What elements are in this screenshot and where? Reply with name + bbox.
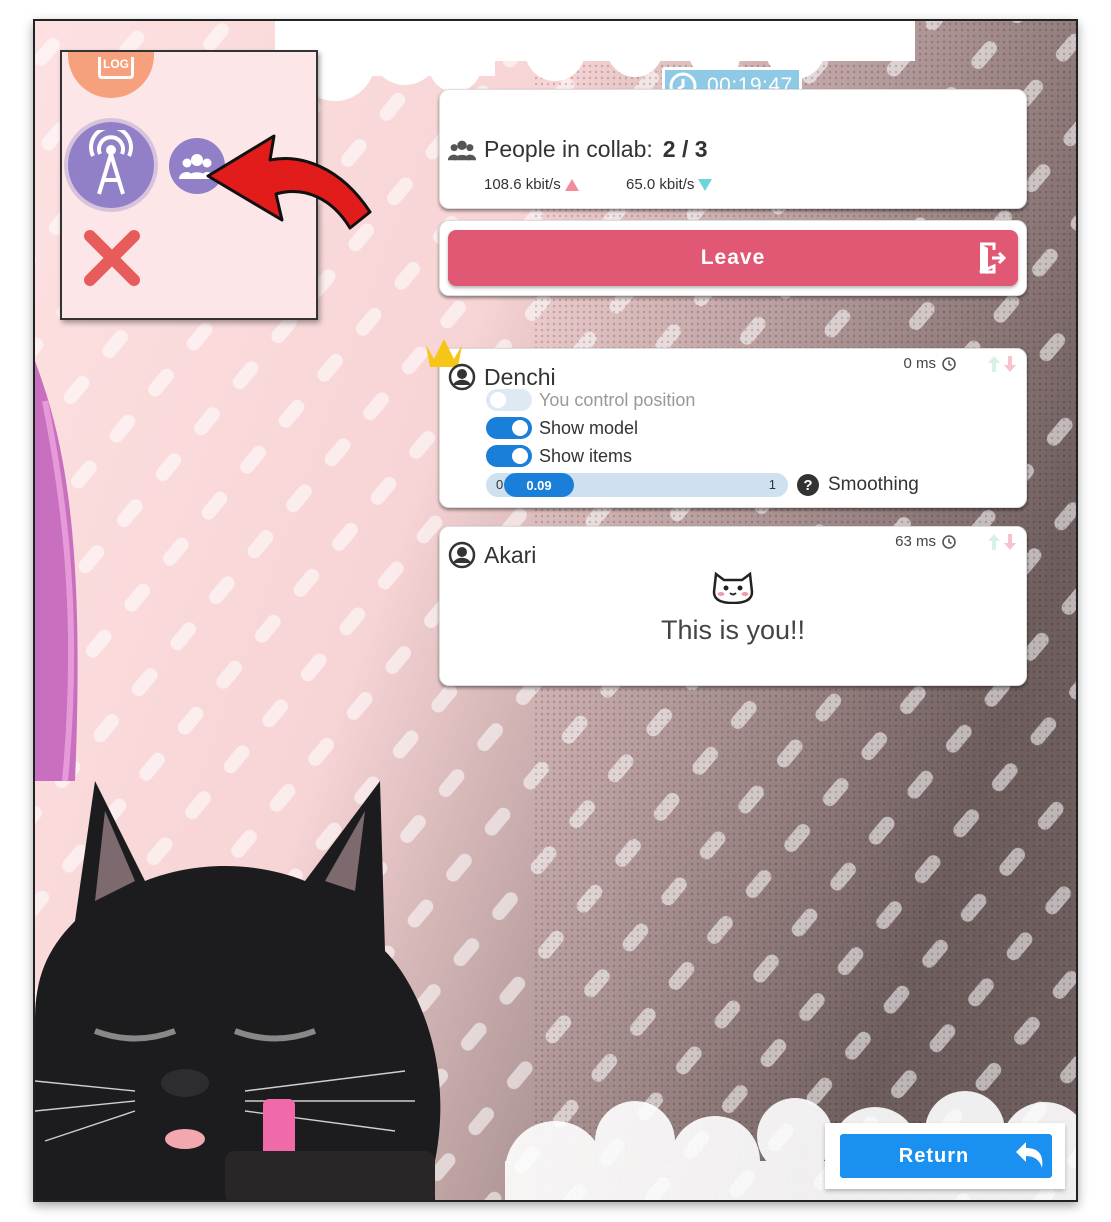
ping-display: 0 ms bbox=[903, 355, 956, 372]
slider-value: 0.09 bbox=[526, 477, 552, 493]
return-button[interactable]: Return bbox=[840, 1134, 1052, 1178]
collab-info-card: People in collab: 2 / 3 108.6 kbit/s 65.… bbox=[439, 89, 1027, 209]
log-icon: LOG bbox=[98, 57, 134, 79]
toggle-label: You control position bbox=[539, 389, 696, 410]
move-up-icon[interactable] bbox=[986, 533, 1002, 551]
collab-people-line: People in collab: 2 / 3 bbox=[446, 136, 708, 163]
cat-face-icon bbox=[712, 571, 754, 605]
upload-arrow-icon bbox=[564, 178, 579, 191]
toggle-switch[interactable] bbox=[486, 389, 532, 411]
upload-rate: 108.6 kbit/s bbox=[484, 176, 579, 193]
red-arrow-annotation bbox=[206, 134, 372, 230]
user-header: Denchi bbox=[448, 363, 556, 391]
close-icon[interactable] bbox=[80, 226, 144, 290]
user-header: Akari bbox=[448, 541, 536, 569]
download-rate-text: 65.0 kbit/s bbox=[626, 176, 695, 193]
download-arrow-icon bbox=[698, 178, 713, 191]
users-icon bbox=[447, 140, 477, 160]
undo-arrow-icon bbox=[1016, 1142, 1043, 1168]
leave-label: Leave bbox=[700, 246, 766, 269]
ping-text: 63 ms bbox=[895, 533, 936, 550]
toggle-switch[interactable] bbox=[486, 417, 532, 439]
clock-icon bbox=[942, 534, 956, 549]
user-avatar-icon bbox=[448, 541, 476, 569]
ping-display: 63 ms bbox=[895, 533, 956, 550]
return-label: Return bbox=[898, 1144, 970, 1167]
toggle-label: Show model bbox=[539, 417, 639, 438]
toggle-show-items[interactable]: Show items bbox=[486, 445, 632, 467]
user-avatar-icon bbox=[448, 363, 476, 391]
exit-door-icon bbox=[979, 242, 1007, 274]
toggle-label: Show items bbox=[539, 445, 633, 466]
broadcast-button[interactable] bbox=[68, 122, 154, 208]
reorder-arrows bbox=[986, 533, 1018, 551]
collab-count: 2 / 3 bbox=[662, 136, 708, 162]
ping-text: 0 ms bbox=[903, 355, 936, 372]
broadcast-icon bbox=[89, 130, 133, 195]
clock-icon bbox=[942, 356, 956, 371]
user-card: Denchi 0 ms You control position Show mo… bbox=[426, 339, 1027, 508]
help-icon[interactable]: ? bbox=[796, 473, 820, 497]
toggle-show-model[interactable]: Show model bbox=[486, 417, 638, 439]
app-window: LOG 00:19:47 People in collab: 2 / 3 108… bbox=[33, 19, 1078, 1202]
slider-max: 1 bbox=[768, 477, 776, 492]
smoothing-row: 0 0.09 1 ? Smoothing bbox=[486, 473, 919, 497]
self-indicator: This is you!! bbox=[440, 570, 1026, 646]
smoothing-slider[interactable]: 0 0.09 1 bbox=[486, 473, 788, 497]
toggle-control-position[interactable]: You control position bbox=[486, 389, 695, 411]
move-down-icon[interactable] bbox=[1002, 355, 1018, 373]
move-down-icon[interactable] bbox=[1002, 533, 1018, 551]
smoothing-label: Smoothing bbox=[828, 474, 919, 495]
download-rate: 65.0 kbit/s bbox=[626, 176, 713, 193]
slider-handle[interactable]: 0.09 bbox=[504, 473, 574, 497]
self-message: This is you!! bbox=[660, 615, 806, 645]
collab-label: People in collab: bbox=[484, 136, 653, 162]
svg-text:?: ? bbox=[803, 477, 812, 494]
upload-rate-text: 108.6 kbit/s bbox=[484, 176, 561, 193]
move-up-icon[interactable] bbox=[986, 355, 1002, 373]
user-name: Akari bbox=[484, 541, 537, 568]
return-panel: Return bbox=[825, 1123, 1065, 1189]
user-card: Akari 63 ms This is you!! bbox=[439, 526, 1027, 686]
slider-min: 0 bbox=[496, 477, 504, 492]
reorder-arrows bbox=[986, 355, 1018, 373]
leave-button[interactable]: Leave bbox=[448, 230, 1018, 286]
leave-card: Leave bbox=[439, 220, 1027, 296]
user-name: Denchi bbox=[484, 363, 556, 390]
toggle-switch[interactable] bbox=[486, 445, 532, 467]
log-button[interactable]: LOG bbox=[68, 52, 154, 98]
